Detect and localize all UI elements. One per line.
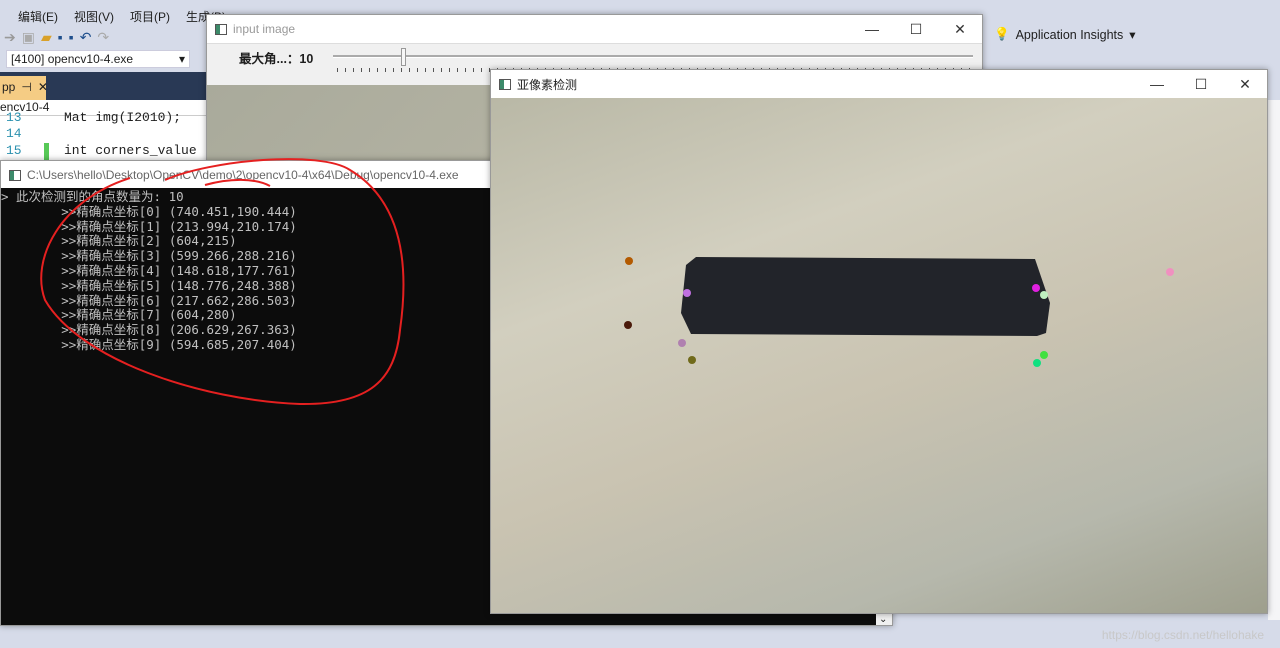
- minimize-button[interactable]: —: [1135, 70, 1179, 98]
- change-marker: [44, 143, 49, 160]
- trackbar-label: 最大角...：10: [239, 52, 314, 66]
- undo-icon[interactable]: ↶: [80, 29, 92, 46]
- corner-marker: [1032, 284, 1040, 292]
- save-all-icon[interactable]: ▪: [69, 29, 74, 45]
- app-insights-button[interactable]: 💡 Application Insights ▾: [994, 27, 1136, 42]
- tab-label: pp: [2, 80, 16, 94]
- window-icon: [499, 78, 511, 90]
- title-bar[interactable]: input image — ☐ ✕: [207, 15, 982, 43]
- scroll-down-icon[interactable]: ⌄: [879, 614, 887, 625]
- code-line: Mat img(I2010);: [64, 110, 182, 125]
- redo-icon[interactable]: ↷: [97, 29, 109, 46]
- window-title: C:\Users\hello\Desktop\OpenCV\demo\2\ope…: [27, 168, 459, 182]
- corner-marker: [1040, 291, 1048, 299]
- minimize-button[interactable]: —: [850, 15, 894, 43]
- vs-toolbar: ➔ ▣ ▰ ▪ ▪ ↶ ↷: [0, 26, 205, 48]
- result-image: [491, 98, 1267, 613]
- corner-marker: [688, 356, 696, 364]
- corner-marker: [683, 289, 691, 297]
- menu-project[interactable]: 项目(P): [130, 8, 170, 25]
- menu-edit[interactable]: 编辑(E): [18, 8, 58, 25]
- document-tab[interactable]: pp ⊣ ✕: [0, 76, 48, 100]
- maximize-button[interactable]: ☐: [894, 15, 938, 43]
- line-number: 13: [6, 110, 22, 125]
- process-dropdown[interactable]: [4100] opencv10-4.exe ▾: [6, 50, 190, 68]
- watermark: https://blog.csdn.net/hellohake: [1101, 628, 1264, 642]
- process-value: [4100] opencv10-4.exe: [11, 52, 134, 66]
- corner-marker: [678, 339, 686, 347]
- corner-marker: [1040, 351, 1048, 359]
- window-icon: [215, 23, 227, 35]
- lightbulb-icon: 💡: [994, 27, 1010, 41]
- vs-side-panel: [1268, 100, 1280, 620]
- corner-marker: [625, 257, 633, 265]
- vs-menu-bar: 编辑(E) 视图(V) 项目(P) 生成(B): [0, 6, 226, 26]
- forward-icon[interactable]: ➔: [4, 29, 16, 46]
- close-button[interactable]: ✕: [938, 15, 982, 43]
- chevron-down-icon: ▾: [1129, 28, 1136, 42]
- new-item-icon[interactable]: ▣: [22, 29, 35, 46]
- app-insights-label: Application Insights: [1015, 27, 1124, 42]
- dark-object: [681, 257, 1050, 336]
- open-folder-icon[interactable]: ▰: [41, 29, 52, 46]
- pin-icon[interactable]: ⊣: [21, 80, 31, 96]
- trackbar-slider[interactable]: [333, 55, 973, 58]
- code-editor[interactable]: 13 Mat img(I2010); 14 15 int corners_val…: [0, 110, 206, 173]
- line-number: 15: [6, 143, 22, 158]
- chevron-down-icon: ▾: [178, 52, 185, 66]
- result-image-canvas: [624, 257, 1174, 367]
- corner-marker: [1166, 268, 1174, 276]
- window-title: input image: [233, 22, 296, 36]
- trackbar-thumb[interactable]: [401, 48, 407, 66]
- subpixel-detection-window: 亚像素检测 — ☐ ✕: [490, 69, 1268, 614]
- window-title: 亚像素检测: [517, 77, 578, 92]
- title-bar[interactable]: 亚像素检测 — ☐ ✕: [491, 70, 1267, 98]
- line-number: 14: [6, 126, 22, 141]
- close-tab-icon[interactable]: ✕: [38, 80, 48, 96]
- maximize-button[interactable]: ☐: [1179, 70, 1223, 98]
- close-button[interactable]: ✕: [1223, 70, 1267, 98]
- save-icon[interactable]: ▪: [58, 29, 63, 45]
- corner-marker: [1033, 359, 1041, 367]
- corner-marker: [624, 321, 632, 329]
- menu-view[interactable]: 视图(V): [74, 8, 114, 25]
- console-icon: [9, 169, 21, 181]
